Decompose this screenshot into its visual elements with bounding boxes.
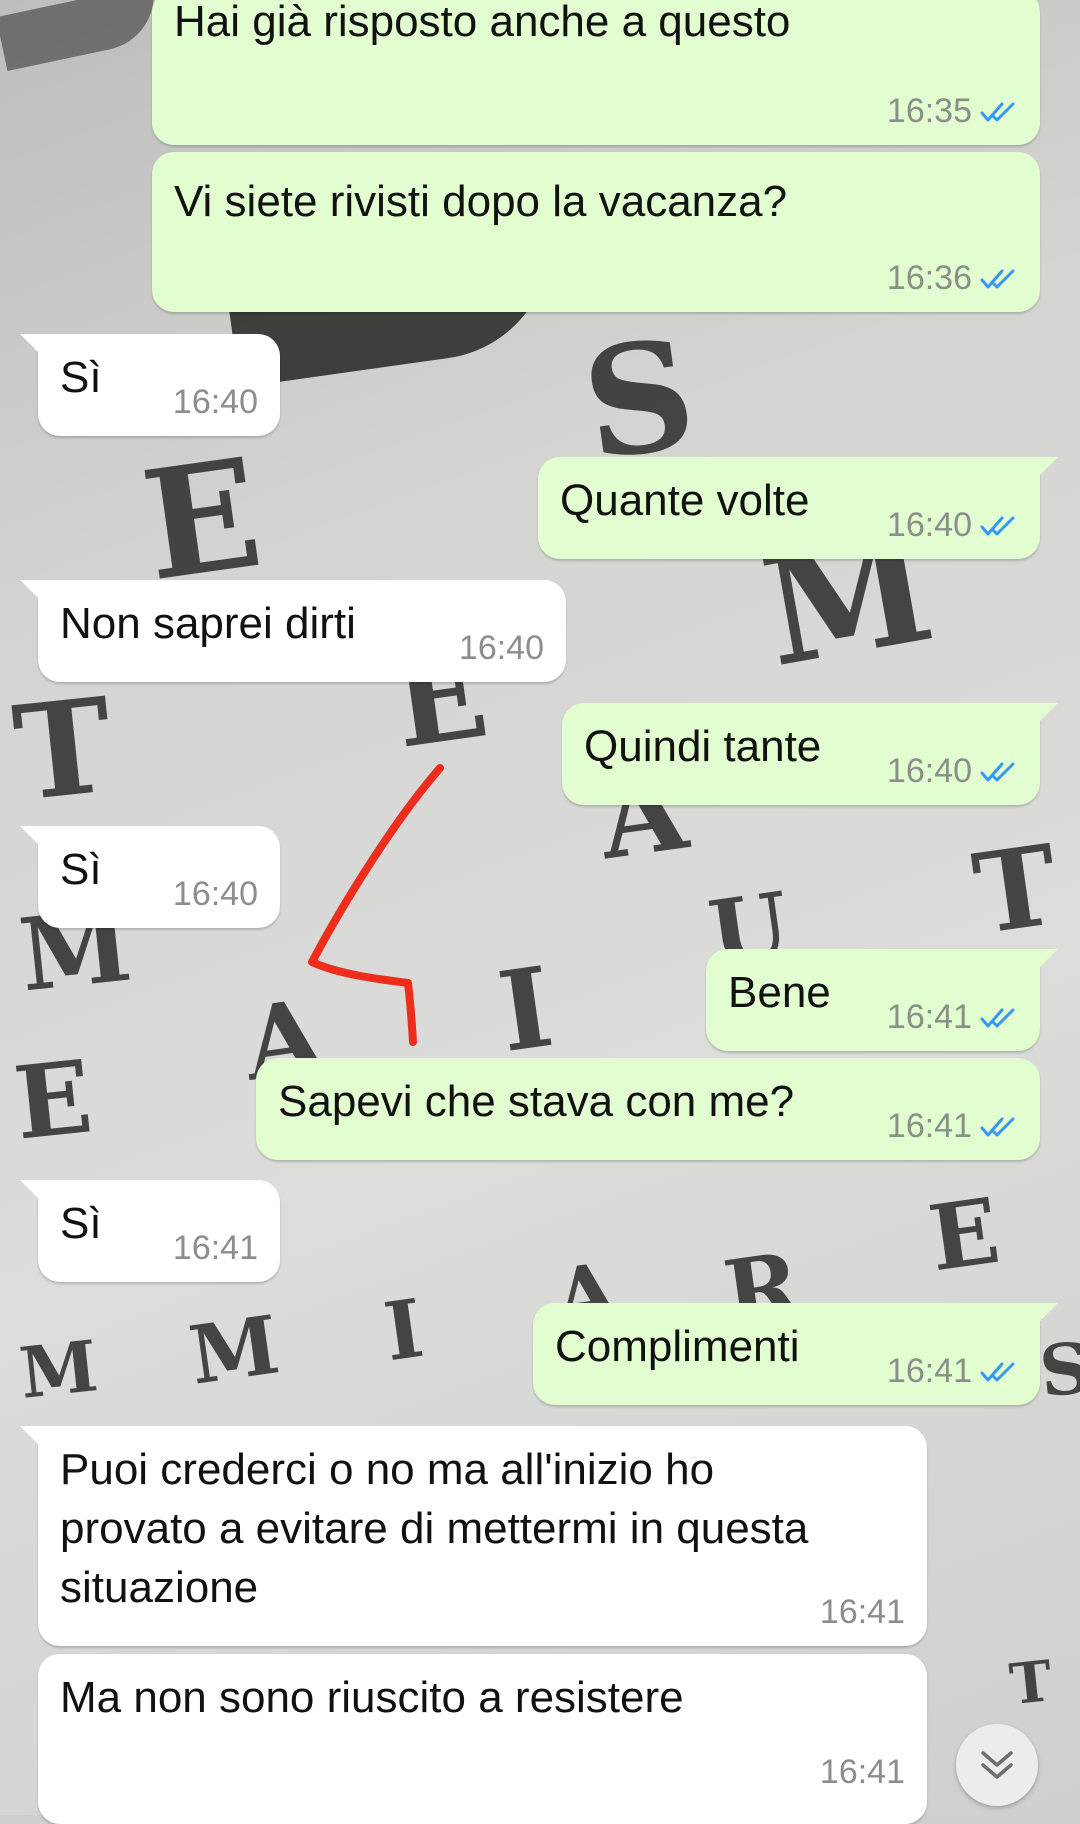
- message-meta: 16:36: [887, 259, 1018, 298]
- double-check-icon: [980, 1117, 1015, 1136]
- message-meta: 16:41: [887, 998, 1018, 1037]
- message-text: Vi siete rivisti dopo la vacanza?: [174, 177, 788, 226]
- message-time: 16:35: [886, 92, 972, 130]
- double-check-icon: [980, 1008, 1015, 1027]
- message-text: Ma non sono riuscito a resistere: [60, 1673, 684, 1722]
- message-time: 16:40: [172, 875, 258, 913]
- message-text: Sì: [60, 353, 102, 402]
- message-time: 16:41: [886, 1352, 972, 1390]
- incoming-message[interactable]: Sì 16:41: [20, 1180, 280, 1282]
- message-meta: 16:40: [887, 752, 1018, 791]
- outgoing-message[interactable]: Quante volte 16:40: [538, 457, 1058, 559]
- message-text: Quante volte: [560, 476, 810, 525]
- message-time: 16:36: [886, 259, 972, 297]
- message-text: Hai già risposto anche a questo: [174, 0, 791, 46]
- outgoing-message[interactable]: Bene 16:41: [706, 949, 1058, 1051]
- message-meta: 16:41: [173, 1229, 258, 1268]
- outgoing-message[interactable]: Sapevi che stava con me? 16:41: [256, 1058, 1040, 1160]
- message-meta: 16:41: [820, 1593, 905, 1632]
- message-time: 16:41: [172, 1229, 258, 1267]
- chat-message-list[interactable]: Hai già risposto anche a questo 16:35 Vi…: [0, 0, 1080, 1824]
- incoming-message[interactable]: Puoi crederci o no ma all'inizio ho prov…: [20, 1426, 927, 1646]
- message-meta: 16:41: [887, 1107, 1018, 1146]
- message-time: 16:41: [819, 1753, 905, 1791]
- incoming-message[interactable]: Ma non sono riuscito a resistere 16:41: [38, 1654, 927, 1824]
- incoming-message[interactable]: Sì 16:40: [20, 826, 280, 928]
- outgoing-message[interactable]: Hai già risposto anche a questo 16:35: [152, 0, 1040, 145]
- message-time: 16:40: [458, 629, 544, 667]
- message-text: Sapevi che stava con me?: [278, 1077, 795, 1126]
- message-time: 16:41: [886, 998, 972, 1036]
- double-check-icon: [980, 102, 1015, 121]
- message-text: Quindi tante: [584, 722, 822, 771]
- message-time: 16:41: [886, 1107, 972, 1145]
- message-meta: 16:41: [887, 1352, 1018, 1391]
- message-text: Complimenti: [555, 1322, 800, 1371]
- message-meta: 16:40: [459, 629, 544, 668]
- message-meta: 16:35: [887, 92, 1018, 131]
- message-meta: 16:40: [173, 383, 258, 422]
- message-time: 16:40: [172, 383, 258, 421]
- message-time: 16:40: [886, 506, 972, 544]
- message-time: 16:41: [819, 1593, 905, 1631]
- message-text: Puoi crederci o no ma all'inizio ho prov…: [60, 1445, 809, 1612]
- incoming-message[interactable]: Non saprei dirti 16:40: [20, 580, 566, 682]
- double-check-icon: [980, 516, 1015, 535]
- message-meta: 16:40: [173, 875, 258, 914]
- message-text: Non saprei dirti: [60, 599, 356, 648]
- outgoing-message[interactable]: Quindi tante 16:40: [562, 703, 1058, 805]
- double-check-icon: [980, 762, 1015, 781]
- message-text: Bene: [728, 968, 831, 1017]
- message-time: 16:40: [886, 752, 972, 790]
- message-text: Sì: [60, 845, 102, 894]
- outgoing-message[interactable]: Vi siete rivisti dopo la vacanza? 16:36: [152, 152, 1040, 312]
- message-meta: 16:40: [887, 506, 1018, 545]
- chevron-double-down-icon: [981, 1751, 1013, 1779]
- incoming-message[interactable]: Sì 16:40: [20, 334, 280, 436]
- message-meta: 16:41: [820, 1753, 905, 1792]
- double-check-icon: [980, 1362, 1015, 1381]
- scroll-to-bottom-button[interactable]: [956, 1724, 1038, 1806]
- double-check-icon: [980, 269, 1015, 288]
- outgoing-message[interactable]: Complimenti 16:41: [533, 1303, 1058, 1405]
- message-text: Sì: [60, 1199, 102, 1248]
